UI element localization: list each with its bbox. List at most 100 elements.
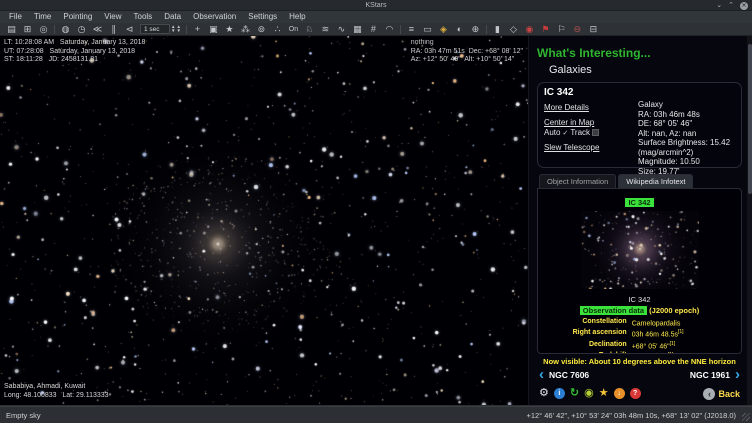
toggle-deepsky-icon[interactable]: ⁂	[238, 23, 253, 36]
panel-scrollbar[interactable]	[747, 36, 752, 405]
summary-de: DE: 68° 05' 46"	[638, 119, 735, 129]
settings-gear-icon[interactable]: ⚙	[539, 387, 549, 400]
tab-object-information[interactable]: Object Information	[539, 174, 616, 188]
row-label: Declination	[542, 340, 632, 351]
help-icon[interactable]: ?	[630, 388, 641, 399]
timestep-unit-stepper[interactable]: ▲ ▼	[171, 25, 175, 33]
maximize-window-icon[interactable]: ⌃	[728, 2, 734, 9]
toggle-constellation-art-icon[interactable]: ♘	[302, 23, 317, 36]
red-flag-icon[interactable]: ⚑	[538, 23, 553, 36]
fov-symbol-icon[interactable]: ▣	[206, 23, 221, 36]
stop-clock-icon[interactable]: ∥	[106, 23, 121, 36]
clock-info: LT: 10:28:08 AM Saturday, January 13, 20…	[4, 39, 145, 65]
toggle-stars-icon[interactable]: ★	[222, 23, 237, 36]
toggle-constellation-names-icon[interactable]: On	[286, 23, 301, 36]
row-value: 03h 46m 48.5s	[632, 332, 678, 339]
row-ref: [1]	[670, 341, 676, 347]
spin-down-icon[interactable]: ▼	[176, 29, 180, 33]
lists-icon[interactable]: ≡	[404, 23, 419, 36]
auto-track-control[interactable]: Auto ✓ Track	[544, 128, 638, 137]
no-tracking-icon[interactable]: ⊖	[570, 23, 585, 36]
menu-observation[interactable]: Observation	[187, 11, 242, 23]
toggle-equatorial-grid-icon[interactable]: ▦	[350, 23, 365, 36]
row-ref: [1]	[668, 352, 674, 354]
visibility-eye-icon[interactable]: ◉	[584, 387, 594, 400]
lock-position-icon[interactable]: ▮	[490, 23, 505, 36]
moon-phase-icon[interactable]: ◐	[452, 23, 467, 36]
paint-overlay-icon[interactable]: ◇	[506, 23, 521, 36]
scrollbar-thumb[interactable]	[748, 44, 752, 194]
menu-data[interactable]: Data	[158, 11, 187, 23]
view-toggle-icon[interactable]: ▤	[4, 23, 19, 36]
toggle-solar-system-icon[interactable]: ⊚	[254, 23, 269, 36]
reverse-time-icon[interactable]: ⊲	[122, 23, 137, 36]
epoch-label: (J2000 epoch)	[649, 306, 699, 315]
shade-window-icon[interactable]: ⌄	[716, 2, 722, 9]
next-object-icon[interactable]: ›	[735, 369, 740, 381]
set-time-icon[interactable]: ◷	[74, 23, 89, 36]
object-name: IC 342	[544, 87, 735, 98]
more-details-link[interactable]: More Details	[544, 103, 589, 112]
cursor-coordinates: +12° 46' 42", +10° 53' 24" 03h 48m 10s, …	[526, 411, 736, 420]
track-checkmark-icon: ✓	[562, 129, 568, 137]
prev-object-icon[interactable]: ‹	[539, 369, 544, 381]
close-window-icon[interactable]: ✕	[740, 2, 748, 10]
sky-map[interactable]	[0, 36, 528, 405]
wikipedia-infotext-box: IC 342 IC 342 Observation data (J2000 ep…	[537, 188, 742, 354]
info-tabs: Object Information Wikipedia Infotext	[537, 174, 742, 188]
timestep-value-stepper[interactable]: ▲ ▼	[176, 25, 180, 33]
sky-map-view: LT: 10:28:08 AM Saturday, January 13, 20…	[0, 36, 528, 405]
focus-radec: RA: 03h 47m 51s Dec: +68° 08' 12"	[411, 48, 523, 55]
title-bar: KStars ⌄ ⌃ ✕	[0, 0, 752, 11]
details-info-icon[interactable]: i	[554, 388, 565, 399]
summary-sb: Surface Brightness: 15.42	[638, 138, 735, 148]
object-nav: ‹ NGC 7606 NGC 1961 ›	[537, 369, 742, 381]
window-list-icon[interactable]: ⊞	[20, 23, 35, 36]
whats-interesting-icon[interactable]: ◈	[436, 23, 451, 36]
focus-info: nothing RA: 03h 47m 51s Dec: +68° 08' 12…	[411, 39, 523, 65]
center-crosshair-icon[interactable]: ⊕	[468, 23, 483, 36]
time-step-back-icon[interactable]: ≪	[90, 23, 105, 36]
geographic-location-icon[interactable]: ◍	[58, 23, 73, 36]
download-icon[interactable]: ↓	[614, 388, 625, 399]
object-info-box: IC 342 More Details Center in Map Auto ✓…	[537, 82, 742, 168]
menu-view[interactable]: View	[98, 11, 127, 23]
toggle-ecliptic-icon[interactable]: ∿	[334, 23, 349, 36]
slew-telescope-link[interactable]: Slew Telescope	[544, 143, 599, 152]
menu-time[interactable]: Time	[28, 11, 57, 23]
reload-icon[interactable]: ↻	[570, 387, 579, 400]
track-object-icon[interactable]: +	[190, 23, 205, 36]
row-value: +68° 05' 46"	[632, 343, 670, 350]
menu-settings[interactable]: Settings	[242, 11, 283, 23]
menu-help[interactable]: Help	[283, 11, 311, 23]
back-button[interactable]: ‹ Back	[703, 388, 740, 400]
slider-icon[interactable]: ⊟	[586, 23, 601, 36]
target-icon[interactable]: ◉	[522, 23, 537, 36]
spin-down-icon[interactable]: ▼	[171, 29, 175, 33]
toggle-horizon-icon[interactable]: ◠	[382, 23, 397, 36]
next-object-button[interactable]: NGC 1961	[690, 370, 730, 380]
menu-tools[interactable]: Tools	[128, 11, 159, 23]
tab-wikipedia-infotext[interactable]: Wikipedia Infotext	[618, 174, 693, 188]
track-checkbox[interactable]	[592, 129, 599, 136]
panel-action-bar: ⚙ i ↻ ◉ ★ ↓ ? ‹ Back	[537, 387, 742, 400]
toolbar-separator	[486, 25, 487, 34]
object-summary: Galaxy RA: 03h 46m 48s DE: 68° 05' 46" A…	[638, 100, 735, 176]
toggle-horizontal-grid-icon[interactable]: #	[366, 23, 381, 36]
timestep-value[interactable]: 1 sec	[140, 24, 170, 34]
prev-object-button[interactable]: NGC 7606	[549, 370, 589, 380]
center-in-map-link[interactable]: Center in Map	[544, 118, 594, 127]
observation-planner-icon[interactable]: ▭	[420, 23, 435, 36]
toggle-constellation-lines-icon[interactable]: ∴	[270, 23, 285, 36]
menu-file[interactable]: File	[3, 11, 28, 23]
location-coords: Long: 48.100833 Lat: 29.113333	[4, 392, 109, 399]
timestep-spinbox[interactable]: 1 sec ▲ ▼ ▲ ▼	[140, 24, 181, 34]
wiki-data-table: Constellation Camelopardalis Right ascen…	[542, 317, 737, 354]
resize-grip[interactable]	[742, 413, 750, 421]
row-label: Right ascension	[542, 328, 632, 339]
flag-icon[interactable]: ⚐	[554, 23, 569, 36]
find-object-icon[interactable]: ◎	[36, 23, 51, 36]
menu-pointing[interactable]: Pointing	[57, 11, 98, 23]
toggle-milky-way-icon[interactable]: ≋	[318, 23, 333, 36]
favorite-star-icon[interactable]: ★	[599, 387, 609, 400]
